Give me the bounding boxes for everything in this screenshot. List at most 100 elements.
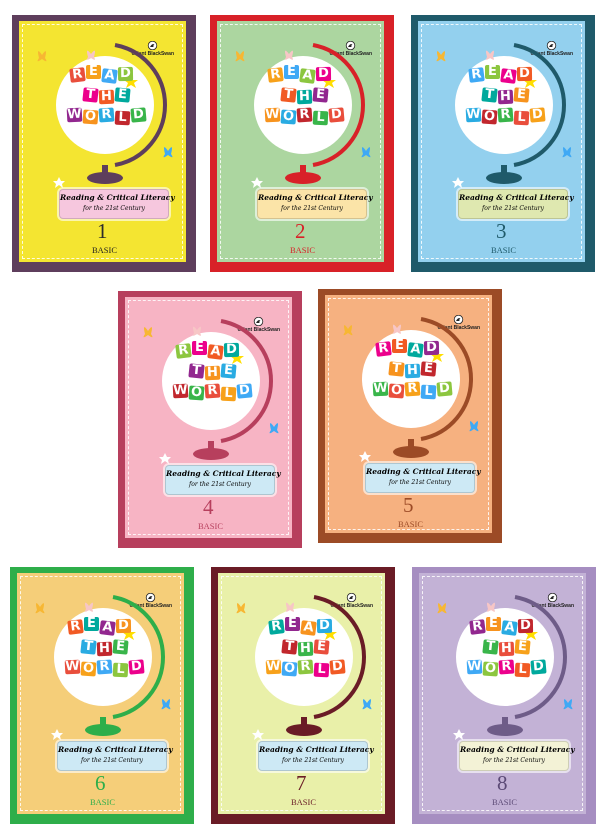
title-letter: E <box>84 617 99 631</box>
cover-inner-panel: Orient BlackSwan R E A D T H E W O R L D… <box>125 297 292 538</box>
butterfly-icon <box>35 603 45 614</box>
cover-inner-panel: Orient BlackSwan R E A D T H E W O R L D… <box>217 21 384 262</box>
level-number: 7 <box>296 771 307 795</box>
title-letter: H <box>497 89 514 105</box>
butterfly-icon <box>343 325 353 336</box>
title-letter: D <box>130 107 147 123</box>
title-letter: O <box>388 382 405 399</box>
title-letter: R <box>375 340 392 357</box>
level-label: BASIC <box>398 519 424 529</box>
title-letter: D <box>315 66 332 82</box>
title-letter: E <box>86 65 101 79</box>
title-letter: A <box>99 619 116 636</box>
title-letter: E <box>312 87 329 103</box>
globe-stand-base <box>487 724 523 736</box>
book-cover-7[interactable]: Orient BlackSwan R E A D T H E W O R L D… <box>211 567 395 824</box>
title-letter: H <box>204 365 221 381</box>
butterfly-icon <box>235 51 245 62</box>
title-letter: T <box>388 361 405 377</box>
title-letter: E <box>514 639 531 655</box>
subtitle-line1: Reading & Critical Literacy <box>259 745 374 754</box>
book-cover-2[interactable]: Orient BlackSwan R E A D T H E W O R L D… <box>210 15 394 272</box>
globe-stand-base <box>85 724 121 736</box>
title-letter: H <box>498 641 515 657</box>
book-cover-3[interactable]: Orient BlackSwan R E A D T H E W O R L D… <box>411 15 595 272</box>
star-icon <box>51 729 63 740</box>
title-letter: R <box>96 659 113 675</box>
title-letter: R <box>296 107 313 123</box>
title-letter: R <box>297 659 314 675</box>
globe-stand-base <box>285 172 321 184</box>
title-letter: L <box>420 384 437 400</box>
subtitle-line1: Reading & Critical Literacy <box>258 193 373 202</box>
level-number: 4 <box>203 495 214 519</box>
subtitle-line2: for the 21st Century <box>483 757 545 764</box>
globe-stand-base <box>393 446 429 458</box>
title-letter: L <box>514 662 531 678</box>
level-label: BASIC <box>290 245 316 255</box>
title-letter: D <box>223 342 240 358</box>
title-letter: E <box>392 339 407 353</box>
title-letter: E <box>420 361 437 377</box>
title-letter: D <box>329 659 346 675</box>
book-cover-4[interactable]: Orient BlackSwan R E A D T H E W O R L D… <box>118 291 302 548</box>
title-letter: R <box>69 66 86 83</box>
title-letter: R <box>175 342 192 359</box>
title-letter: T <box>82 87 99 103</box>
subtitle-line1: Reading & Critical Literacy <box>58 745 173 754</box>
title-letter: A <box>207 343 224 360</box>
title-letter: D <box>128 659 145 675</box>
title-letter: W <box>172 382 189 399</box>
cover-inner-panel: Orient BlackSwan R E A D T H E W O R L D… <box>19 21 186 262</box>
butterfly-icon <box>143 327 153 338</box>
title-letter: T <box>280 87 297 103</box>
level-label: BASIC <box>90 797 116 807</box>
title-letter: W <box>372 380 389 397</box>
title-letter: E <box>485 65 500 79</box>
title-letter: W <box>64 658 81 675</box>
title-letter: D <box>517 618 534 634</box>
subtitle-box: Reading & Critical Literacy for the 21st… <box>258 741 374 771</box>
title-letter: L <box>312 110 329 126</box>
star-icon <box>452 177 464 188</box>
title-letter: D <box>117 66 134 82</box>
book-cover-5[interactable]: Orient BlackSwan R E A D T H E W O R L D… <box>318 289 502 543</box>
title-letter: R <box>98 107 115 123</box>
subtitle-box: Reading & Critical Literacy for the 21st… <box>59 189 175 219</box>
title-letter: A <box>500 67 517 84</box>
title-letter: R <box>469 618 486 635</box>
title-letter: H <box>98 89 115 105</box>
subtitle-line2: for the 21st Century <box>282 757 344 764</box>
title-letter: W <box>465 106 482 123</box>
title-letter: W <box>265 658 282 675</box>
subtitle-line1: Reading & Critical Literacy <box>459 193 574 202</box>
level-number: 1 <box>97 219 108 243</box>
butterfly-icon <box>562 147 572 158</box>
title-letter: D <box>115 618 132 634</box>
title-letter: D <box>328 107 345 123</box>
book-cover-1[interactable]: Orient BlackSwan R E A D T H E W O R L D… <box>12 15 196 272</box>
title-letter: O <box>188 384 205 401</box>
cover-inner-panel: Orient BlackSwan R E A D T H E W O R L D… <box>218 573 385 814</box>
title-letter: T <box>80 639 97 655</box>
globe-stand-base <box>286 724 322 736</box>
book-cover-6[interactable]: Orient BlackSwan R E A D T H E W O R L D… <box>10 567 194 824</box>
subtitle-line1: Reading & Critical Literacy <box>366 467 481 476</box>
title-letter: R <box>67 618 84 635</box>
title-letter: W <box>66 106 83 123</box>
title-letter: R <box>268 618 285 635</box>
star-icon <box>53 177 65 188</box>
title-letter: R <box>404 381 421 397</box>
book-cover-8[interactable]: Orient BlackSwan R E A D T H E W O R L D… <box>412 567 596 824</box>
butterfly-icon <box>361 147 371 158</box>
butterfly-icon <box>437 603 447 614</box>
level-number: 8 <box>497 771 508 795</box>
title-letter: O <box>82 108 99 125</box>
title-letter: E <box>486 617 501 631</box>
title-letter: H <box>296 89 313 105</box>
butterfly-icon <box>163 147 173 158</box>
title-letter: T <box>281 639 298 655</box>
title-letter: E <box>513 87 530 103</box>
star-icon <box>359 451 371 462</box>
subtitle-box: Reading & Critical Literacy for the 21st… <box>365 463 481 493</box>
